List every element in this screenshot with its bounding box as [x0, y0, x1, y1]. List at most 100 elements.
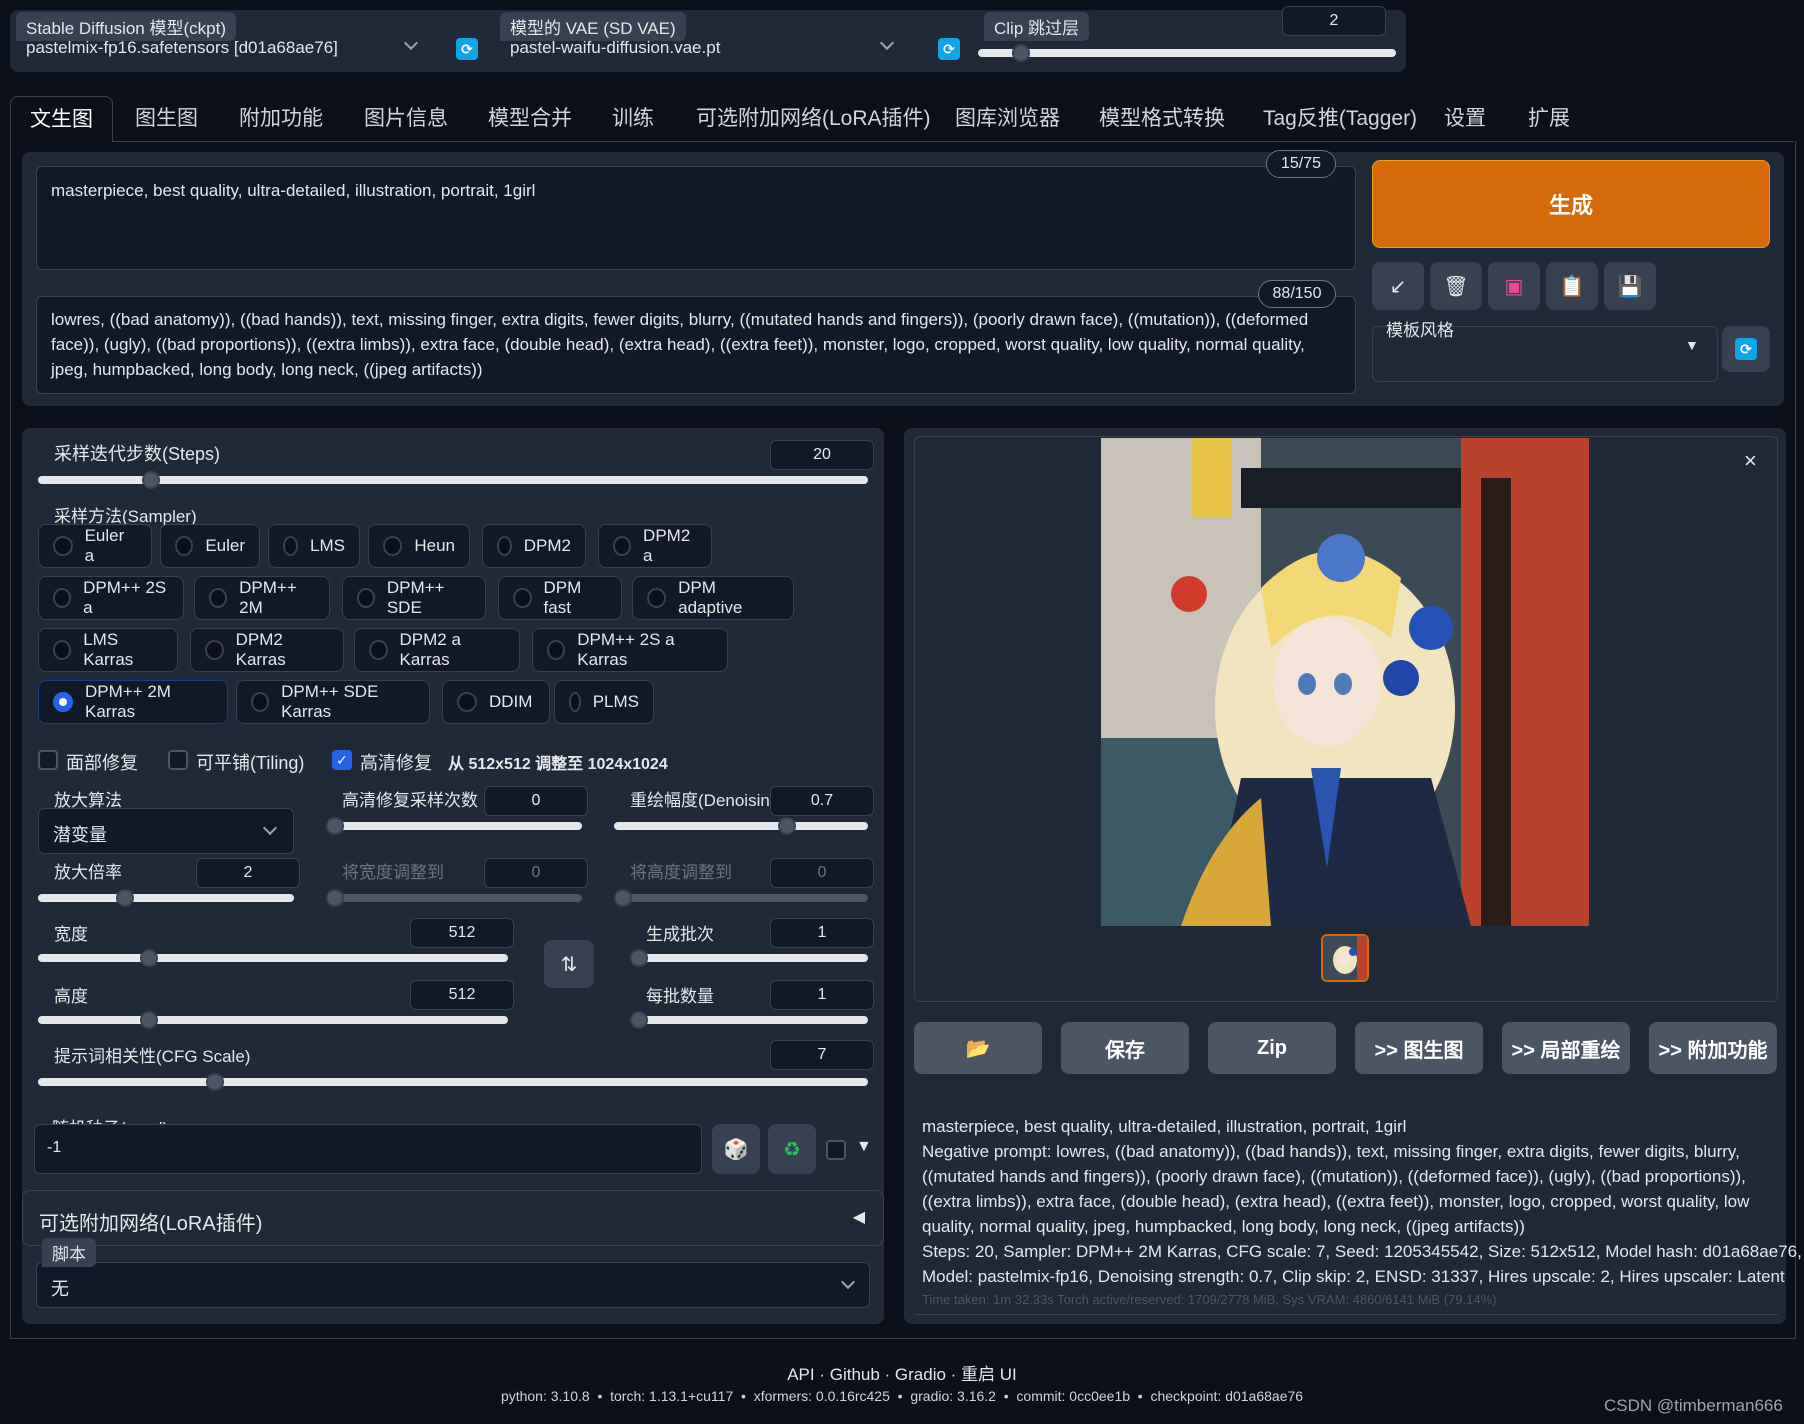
- denoise-thumb[interactable]: [778, 817, 796, 835]
- negative-prompt-input[interactable]: lowres, ((bad anatomy)), ((bad hands)), …: [36, 296, 1356, 394]
- sampler-lms[interactable]: LMS: [268, 524, 360, 568]
- denoise-slider[interactable]: [614, 822, 868, 830]
- save-button[interactable]: 保存: [1061, 1022, 1189, 1074]
- recycle-icon[interactable]: ♻: [768, 1124, 816, 1174]
- batch-size-thumb[interactable]: [630, 1011, 648, 1029]
- send-to-extras-button[interactable]: >> 附加功能: [1649, 1022, 1777, 1074]
- expand-triangle-icon[interactable]: ▼: [856, 1138, 872, 1156]
- sampler-heun[interactable]: Heun: [368, 524, 470, 568]
- tab-extras[interactable]: 附加功能: [235, 96, 327, 142]
- clip-skip-slider[interactable]: [978, 49, 1396, 57]
- resize-height-input[interactable]: 0: [770, 858, 874, 888]
- gallery-thumbnail[interactable]: [1321, 934, 1369, 982]
- refresh-icon[interactable]: ⟳: [456, 38, 478, 60]
- seed-input[interactable]: -1: [34, 1124, 702, 1174]
- sampler-dpmpp-2s-a-karras[interactable]: DPM++ 2S a Karras: [532, 628, 728, 672]
- sampler-ddim[interactable]: DDIM: [442, 680, 550, 724]
- hires-steps-input[interactable]: 0: [484, 786, 588, 816]
- tab-png-info[interactable]: 图片信息: [360, 96, 452, 142]
- send-to-img2img-button[interactable]: >> 图生图: [1355, 1022, 1483, 1074]
- sampler-dpmpp-2m-karras[interactable]: DPM++ 2M Karras: [38, 680, 228, 724]
- height-slider[interactable]: [38, 1016, 508, 1024]
- steps-thumb[interactable]: [142, 471, 160, 489]
- sampler-dpmpp-2s-a[interactable]: DPM++ 2S a: [38, 576, 184, 620]
- upscaler-dropdown[interactable]: 潜变量: [38, 808, 294, 854]
- sampler-dpm2-a[interactable]: DPM2 a: [598, 524, 712, 568]
- batch-size-slider[interactable]: [630, 1016, 868, 1024]
- paste-arrow-icon[interactable]: ↙: [1372, 262, 1424, 310]
- cfg-slider[interactable]: [38, 1078, 868, 1086]
- resize-width-slider[interactable]: [326, 894, 582, 902]
- tab-model-converter[interactable]: 模型格式转换: [1095, 96, 1229, 142]
- extra-seed-checkbox[interactable]: [826, 1140, 846, 1160]
- cfg-thumb[interactable]: [206, 1073, 224, 1091]
- dice-icon[interactable]: 🎲: [712, 1124, 760, 1174]
- sampler-dpmpp-2m[interactable]: DPM++ 2M: [194, 576, 330, 620]
- clip-skip-thumb[interactable]: [1012, 44, 1030, 62]
- scale-input[interactable]: 2: [196, 858, 300, 888]
- tab-img2img[interactable]: 图生图: [131, 96, 202, 142]
- denoise-input[interactable]: 0.7: [770, 786, 874, 816]
- style-refresh-button[interactable]: ⟳: [1722, 326, 1770, 372]
- generated-image[interactable]: [1101, 438, 1589, 926]
- batch-count-thumb[interactable]: [630, 949, 648, 967]
- tab-checkpoint-merger[interactable]: 模型合并: [484, 96, 576, 142]
- tab-train[interactable]: 训练: [608, 96, 658, 142]
- lora-accordion[interactable]: 可选附加网络(LoRA插件) ◀: [22, 1190, 884, 1246]
- save-disk-icon[interactable]: 💾: [1604, 262, 1656, 310]
- tab-settings[interactable]: 设置: [1440, 96, 1490, 142]
- clipboard-icon[interactable]: 📋: [1546, 262, 1598, 310]
- steps-slider[interactable]: [38, 476, 868, 484]
- generate-button[interactable]: 生成: [1372, 160, 1770, 248]
- cfg-input[interactable]: 7: [770, 1040, 874, 1070]
- tab-image-browser[interactable]: 图库浏览器: [951, 96, 1064, 142]
- style-card-icon[interactable]: ▣: [1488, 262, 1540, 310]
- close-icon[interactable]: ×: [1744, 448, 1757, 474]
- zip-button[interactable]: Zip: [1208, 1022, 1336, 1074]
- sampler-dpmpp-sde-karras[interactable]: DPM++ SDE Karras: [236, 680, 430, 724]
- send-to-inpaint-button[interactable]: >> 局部重绘: [1502, 1022, 1630, 1074]
- batch-count-input[interactable]: 1: [770, 918, 874, 948]
- swap-dimensions-button[interactable]: ⇅: [544, 940, 594, 988]
- sampler-euler-a[interactable]: Euler a: [38, 524, 152, 568]
- hires-checkbox[interactable]: ✓: [332, 750, 352, 770]
- open-folder-button[interactable]: 📂: [914, 1022, 1042, 1074]
- width-input[interactable]: 512: [410, 918, 514, 948]
- width-slider[interactable]: [38, 954, 508, 962]
- batch-count-slider[interactable]: [630, 954, 868, 962]
- sampler-dpm-fast[interactable]: DPM fast: [498, 576, 622, 620]
- footer-links[interactable]: API · Github · Gradio · 重启 UI: [0, 1360, 1804, 1385]
- sampler-lms-karras[interactable]: LMS Karras: [38, 628, 178, 672]
- sampler-dpm-adaptive[interactable]: DPM adaptive: [632, 576, 794, 620]
- batch-size-input[interactable]: 1: [770, 980, 874, 1010]
- sampler-dpm2-karras[interactable]: DPM2 Karras: [190, 628, 344, 672]
- hires-steps-thumb[interactable]: [326, 817, 344, 835]
- tiling-checkbox[interactable]: [168, 750, 188, 770]
- sampler-euler[interactable]: Euler: [160, 524, 260, 568]
- steps-input[interactable]: 20: [770, 440, 874, 470]
- sampler-plms[interactable]: PLMS: [554, 680, 654, 724]
- refresh-icon[interactable]: ⟳: [938, 38, 960, 60]
- trash-icon[interactable]: 🗑: [1430, 262, 1482, 310]
- tab-extensions[interactable]: 扩展: [1524, 96, 1574, 142]
- tab-tagger[interactable]: Tag反推(Tagger): [1259, 96, 1421, 142]
- scale-slider[interactable]: [38, 894, 294, 902]
- resize-height-slider[interactable]: [614, 894, 868, 902]
- resize-width-input[interactable]: 0: [484, 858, 588, 888]
- sampler-dpm2-a-karras[interactable]: DPM2 a Karras: [354, 628, 520, 672]
- positive-prompt-input[interactable]: masterpiece, best quality, ultra-detaile…: [36, 166, 1356, 270]
- width-thumb[interactable]: [140, 949, 158, 967]
- height-thumb[interactable]: [140, 1011, 158, 1029]
- clip-skip-input[interactable]: 2: [1282, 6, 1386, 36]
- tab-txt2img[interactable]: 文生图: [10, 96, 113, 142]
- tab-additional-networks[interactable]: 可选附加网络(LoRA插件): [692, 96, 935, 142]
- sampler-dpmpp-sde[interactable]: DPM++ SDE: [342, 576, 486, 620]
- height-input[interactable]: 512: [410, 980, 514, 1010]
- resize-height-thumb[interactable]: [614, 889, 632, 907]
- face-restore-checkbox[interactable]: [38, 750, 58, 770]
- resize-width-thumb[interactable]: [326, 889, 344, 907]
- script-dropdown[interactable]: 无: [36, 1262, 870, 1308]
- scale-thumb[interactable]: [116, 889, 134, 907]
- sampler-dpm2[interactable]: DPM2: [482, 524, 586, 568]
- hires-steps-slider[interactable]: [326, 822, 582, 830]
